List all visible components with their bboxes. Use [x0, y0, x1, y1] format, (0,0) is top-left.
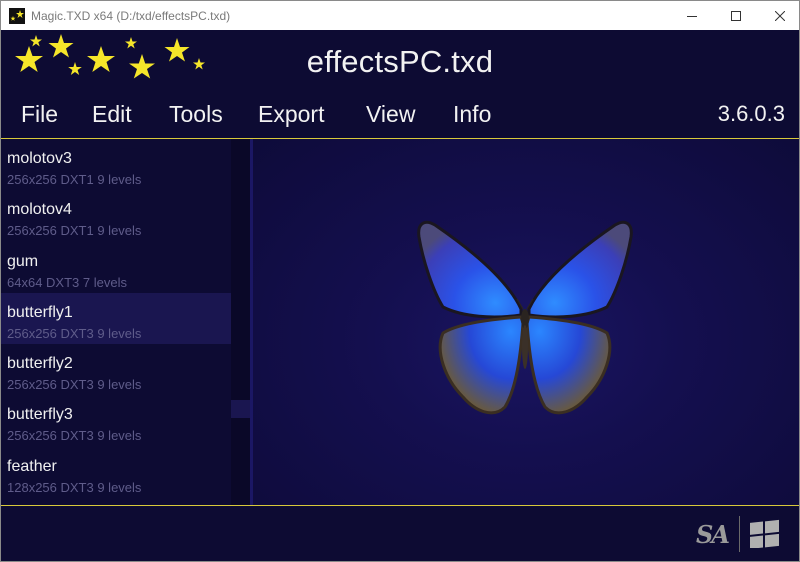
list-item[interactable]: gum 64x64 DXT3 7 levels: [1, 242, 231, 293]
app-icon: [9, 8, 25, 24]
texture-name: butterfly1: [7, 303, 73, 321]
version-label: 3.6.0.3: [717, 101, 785, 126]
list-item[interactable]: butterfly3 256x256 DXT3 9 levels: [1, 395, 231, 446]
texture-name: butterfly2: [7, 355, 73, 373]
window-title: Magic.TXD x64 (D:/txd/effectsPC.txd): [31, 9, 231, 23]
texture-name: gum: [7, 252, 39, 270]
texture-name: molotov3: [7, 150, 72, 167]
texture-list: molotov3 256x256 DXT1 9 levels molotov4 …: [1, 139, 231, 505]
app-window: Magic.TXD x64 (D:/txd/effectsPC.txd) eff…: [0, 0, 800, 562]
file-title: effectsPC.txd: [306, 44, 494, 79]
header: effectsPC.txd: [1, 30, 799, 92]
maximize-button[interactable]: [713, 1, 759, 30]
list-item[interactable]: butterfly2 256x256 DXT3 9 levels: [1, 344, 231, 395]
texture-name: molotov4: [7, 201, 72, 219]
footer: SA: [1, 505, 799, 561]
close-icon: [775, 10, 785, 21]
menu-view[interactable]: View: [366, 101, 415, 128]
list-item[interactable]: molotov4 256x256 DXT1 9 levels: [1, 190, 231, 241]
menu-info[interactable]: Info: [453, 101, 491, 128]
menu-tools[interactable]: Tools: [169, 101, 223, 128]
list-item[interactable]: molotov3 256x256 DXT1 9 levels: [1, 139, 231, 190]
menu-edit[interactable]: Edit: [92, 101, 132, 128]
minimize-button[interactable]: [669, 1, 715, 30]
texture-info: 256x256 DXT3 9 levels: [7, 428, 142, 444]
game-logo: SA: [696, 520, 730, 549]
texture-preview: [253, 139, 799, 505]
windows-icon: [750, 519, 779, 548]
title-bar: Magic.TXD x64 (D:/txd/effectsPC.txd): [1, 1, 799, 30]
footer-separator: [739, 516, 740, 552]
menu-bar: File Edit Tools Export View Info 3.6.0.3: [1, 92, 799, 139]
texture-info: 256x256 DXT1 9 levels: [7, 223, 142, 239]
list-item-selected[interactable]: butterfly1 256x256 DXT3 9 levels: [1, 292, 231, 345]
list-item[interactable]: feather 128x256 DXT3 9 levels: [1, 447, 231, 498]
menu-export[interactable]: Export: [258, 101, 324, 128]
texture-info: 128x256 DXT3 9 levels: [7, 479, 142, 495]
list-scrollbar[interactable]: [231, 139, 250, 505]
texture-info: 64x64 DXT3 7 levels: [7, 274, 127, 290]
menu-file[interactable]: File: [21, 101, 58, 128]
scrollbar-thumb[interactable]: [231, 400, 250, 418]
texture-name: feather: [7, 457, 57, 475]
close-button[interactable]: [757, 1, 799, 30]
maximize-icon: [731, 10, 741, 21]
texture-info: 256x256 DXT3 9 levels: [7, 325, 142, 341]
butterfly-texture-image: [417, 220, 633, 415]
minimize-icon: [687, 15, 697, 17]
texture-info: 256x256 DXT3 9 levels: [7, 377, 142, 393]
texture-info: 256x256 DXT1 9 levels: [7, 172, 142, 187]
texture-name: butterfly3: [7, 406, 73, 424]
